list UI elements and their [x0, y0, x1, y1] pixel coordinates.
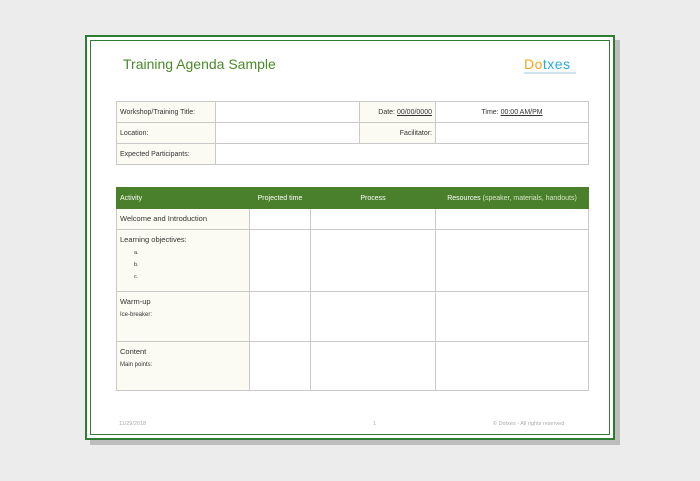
- info-table: Workshop/Training Title: Date: 00/00/000…: [116, 101, 589, 165]
- footer-page-number: 1: [373, 421, 377, 427]
- time-cell[interactable]: [249, 341, 311, 391]
- document-title: Training Agenda Sample: [123, 56, 276, 72]
- location-field[interactable]: [215, 122, 360, 144]
- participants-field[interactable]: [215, 143, 589, 165]
- participants-label: Expected Participants:: [116, 143, 216, 165]
- agenda-row: Content Main points:: [116, 341, 589, 391]
- location-label: Location:: [116, 122, 216, 144]
- time-cell[interactable]: Time: 00:00 AM/PM: [435, 101, 589, 123]
- info-row: Expected Participants:: [116, 143, 589, 165]
- resources-cell[interactable]: [435, 208, 589, 230]
- facilitator-field[interactable]: [435, 122, 589, 144]
- activity-cell[interactable]: Learning objectives: a. b. c.: [116, 229, 250, 292]
- activity-cell[interactable]: Content Main points:: [116, 341, 250, 391]
- header-resources: Resources (speaker, materials, handouts): [435, 187, 589, 209]
- date-cell[interactable]: Date: 00/00/0000: [359, 101, 436, 123]
- agenda-row: Learning objectives: a. b. c.: [116, 229, 589, 292]
- logo-tagline-bar: [524, 72, 576, 74]
- time-cell[interactable]: [249, 229, 311, 292]
- dotxes-logo: Dotxes: [524, 56, 571, 72]
- header-activity: Activity: [116, 187, 250, 209]
- agenda-table: Activity Projected time Process Resource…: [116, 187, 589, 391]
- resources-cell[interactable]: [435, 341, 589, 391]
- activity-cell[interactable]: Warm-up Ice-breaker:: [116, 291, 250, 342]
- time-cell[interactable]: [249, 208, 311, 230]
- process-cell[interactable]: [310, 291, 436, 342]
- header-process: Process: [310, 187, 436, 209]
- process-cell[interactable]: [310, 229, 436, 292]
- agenda-row: Warm-up Ice-breaker:: [116, 291, 589, 342]
- resources-cell[interactable]: [435, 291, 589, 342]
- info-row: Location: Facilitator:: [116, 122, 589, 144]
- process-cell[interactable]: [310, 341, 436, 391]
- info-row: Workshop/Training Title: Date: 00/00/000…: [116, 101, 589, 123]
- resources-cell[interactable]: [435, 229, 589, 292]
- header-projected-time: Projected time: [249, 187, 311, 209]
- agenda-row: Welcome and Introduction: [116, 208, 589, 230]
- agenda-header-row: Activity Projected time Process Resource…: [116, 187, 589, 209]
- time-cell[interactable]: [249, 291, 311, 342]
- workshop-title-label: Workshop/Training Title:: [116, 101, 216, 123]
- footer-copyright: © Dotxes - All rights reserved: [493, 421, 565, 427]
- facilitator-label: Facilitator:: [359, 122, 436, 144]
- activity-cell[interactable]: Welcome and Introduction: [116, 208, 250, 230]
- process-cell[interactable]: [310, 208, 436, 230]
- workshop-title-field[interactable]: [215, 101, 360, 123]
- document-page: Training Agenda Sample Dotxes Workshop/T…: [85, 35, 615, 440]
- footer-date: 11/29/2018: [119, 421, 147, 427]
